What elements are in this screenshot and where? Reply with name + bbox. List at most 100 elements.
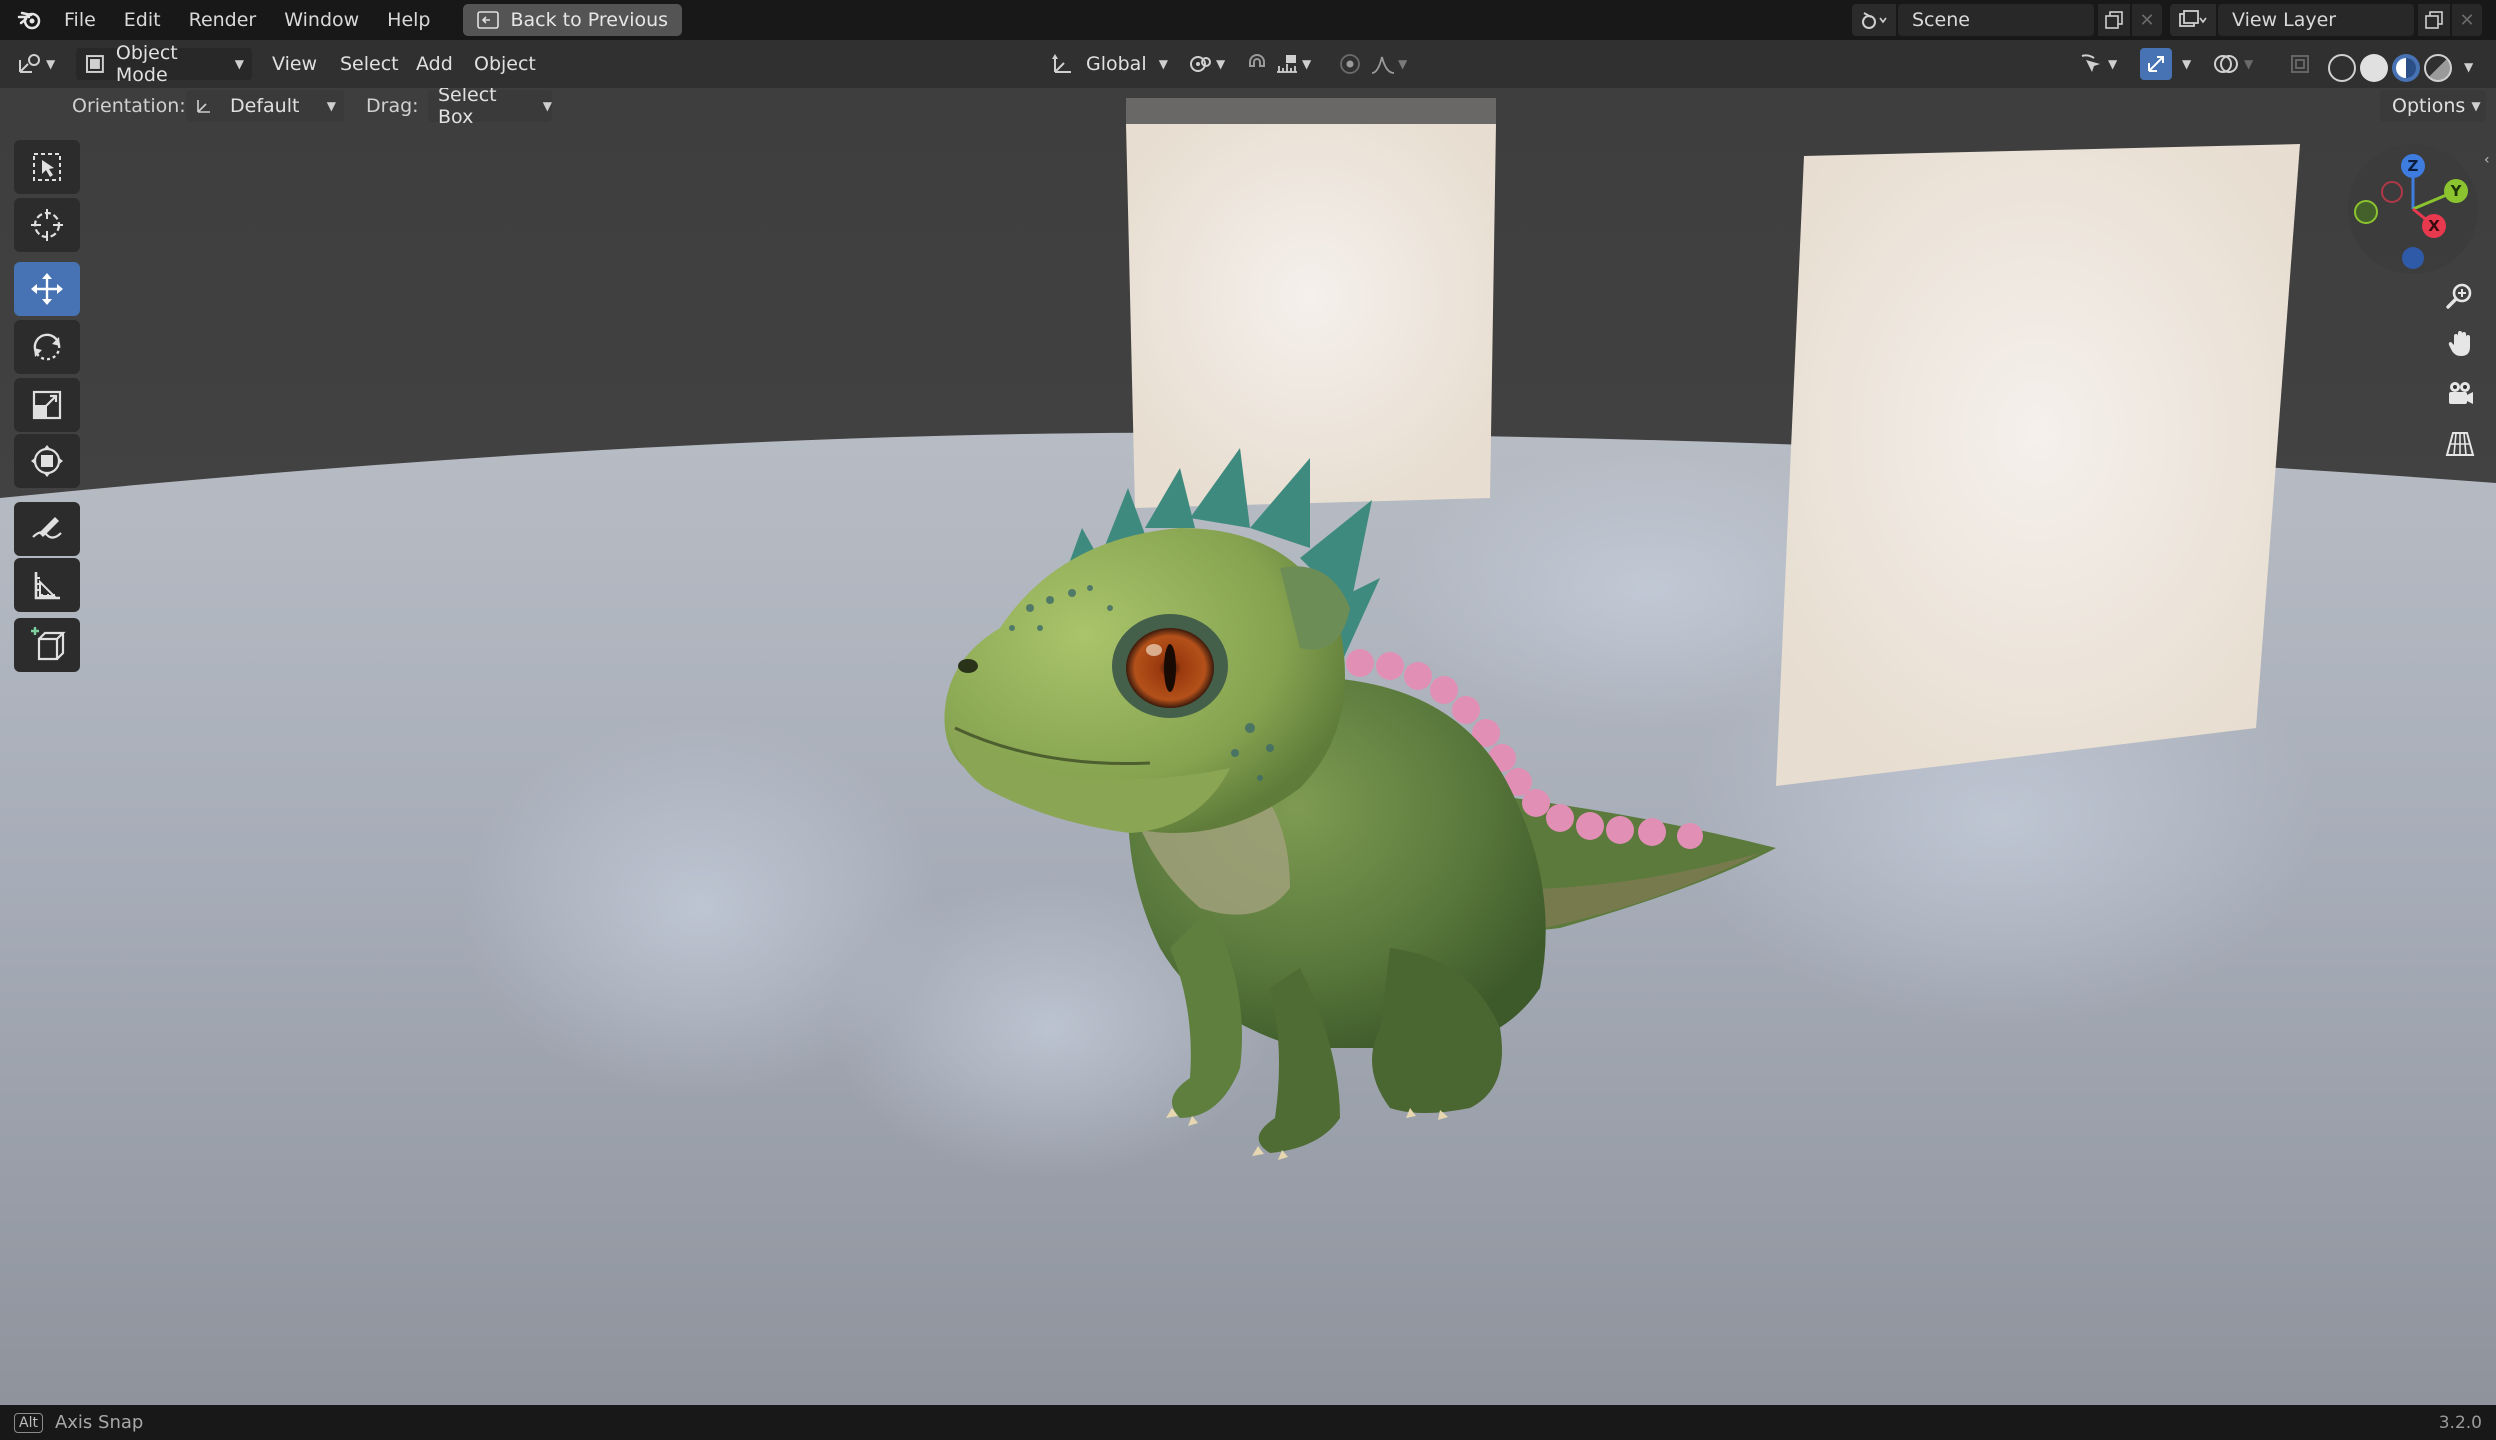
chevron-down-icon: ▼ (234, 57, 244, 71)
proportional-icon (1340, 54, 1360, 74)
material-preview-shading-button[interactable] (2392, 54, 2420, 82)
camera-icon (2449, 382, 2473, 404)
gizmo-neg-x[interactable] (2381, 181, 2403, 203)
cursor-arrow-icon (2081, 54, 2100, 72)
view-layer-name-field[interactable]: View Layer (2218, 4, 2414, 36)
drag-dropdown[interactable]: Select Box ▼ (428, 88, 552, 128)
shading-buttons: ▼ (2324, 46, 2476, 82)
xray-icon (2291, 55, 2309, 73)
rendered-shading-button[interactable] (2424, 54, 2452, 82)
delete-view-layer-icon[interactable]: ✕ (2452, 4, 2482, 36)
xray-toggle[interactable] (2286, 48, 2314, 80)
select-box-tool[interactable] (14, 140, 80, 194)
gizmo-y[interactable]: Y (2444, 179, 2468, 203)
orientation-axes-icon (1052, 54, 1071, 73)
material-preview-icon (2396, 58, 2416, 78)
scale-tool[interactable] (14, 378, 80, 432)
gizmo-x[interactable]: X (2422, 214, 2446, 238)
select-box-icon (33, 153, 61, 181)
chevron-down-icon[interactable]: ▼ (2464, 60, 2473, 74)
overlays-toggle[interactable]: ▼ (2212, 48, 2253, 80)
add-cube-tool[interactable] (14, 618, 80, 672)
gizmo-toggle[interactable] (2140, 48, 2172, 80)
selectability-dropdown[interactable]: ▼ (2080, 48, 2117, 80)
back-screen-icon (476, 11, 499, 29)
falloff-dropdown[interactable]: ▼ (1370, 48, 1407, 80)
view-layer-browse-icon[interactable] (2170, 4, 2216, 36)
header-menu-view[interactable]: View (272, 48, 317, 80)
header-menu-object[interactable]: Object (474, 48, 536, 80)
wireframe-shading-button[interactable] (2328, 54, 2356, 82)
top-bar: File Edit Render Window Help Back to Pre… (0, 0, 2496, 40)
editor-type-dropdown[interactable]: ▼ (16, 48, 55, 80)
chevron-down-icon: ▼ (2471, 99, 2481, 113)
menu-render[interactable]: Render (175, 0, 271, 40)
grid-perspective-icon (2445, 432, 2475, 456)
chevron-down-icon: ▼ (542, 99, 552, 113)
new-scene-icon[interactable] (2098, 4, 2130, 36)
3d-viewport[interactable]: Orientation: Default ▼ Drag: Select Box … (0, 88, 2496, 1405)
solid-shading-button[interactable] (2360, 54, 2388, 82)
menu-window[interactable]: Window (270, 0, 373, 40)
move-tool[interactable] (14, 262, 80, 316)
orientation-icon (197, 100, 210, 113)
mode-dropdown[interactable]: Object Mode ▼ (76, 42, 252, 86)
chevron-down-icon: ▼ (46, 57, 56, 71)
navigation-gizmo[interactable]: Z Y X (2348, 144, 2478, 274)
options-label: Options (2392, 95, 2466, 117)
scene-browse-icon[interactable] (1852, 4, 1896, 36)
back-to-previous-button[interactable]: Back to Previous (462, 4, 683, 36)
sidebar-toggle-icon[interactable]: ‹ (2484, 152, 2490, 168)
view-layer-name: View Layer (2232, 9, 2337, 31)
transform-icon (31, 445, 63, 477)
alt-key-icon: Alt (14, 1412, 43, 1433)
chevron-down-icon: ▼ (326, 99, 336, 113)
gizmo-x-label: X (2428, 217, 2440, 235)
overlays-icon (2214, 55, 2238, 73)
drag-label: Drag: (366, 95, 419, 117)
proportional-editing-toggle[interactable] (1334, 48, 1366, 80)
gizmo-neg-z[interactable] (2402, 247, 2424, 269)
transform-tool[interactable] (14, 434, 80, 488)
zoom-button[interactable] (2438, 274, 2482, 318)
blender-logo-icon[interactable] (10, 0, 50, 40)
version-label: 3.2.0 (2438, 1412, 2482, 1433)
orientation-dropdown[interactable]: Default ▼ (186, 90, 344, 122)
menu-help[interactable]: Help (373, 0, 444, 40)
pivot-point-dropdown[interactable]: ▼ (1188, 48, 1225, 80)
gizmo-dropdown[interactable]: ▼ (2176, 48, 2191, 80)
perspective-toggle-button[interactable] (2438, 422, 2482, 466)
menu-edit[interactable]: Edit (110, 0, 175, 40)
rotate-tool[interactable] (14, 320, 80, 374)
camera-view-button[interactable] (2438, 372, 2482, 416)
menu-file[interactable]: File (50, 0, 110, 40)
snap-toggle[interactable] (1240, 48, 1274, 80)
pivot-icon (1190, 56, 1211, 72)
options-dropdown[interactable]: Options ▼ (2380, 90, 2486, 122)
3d-view-icon (19, 54, 40, 73)
chevron-down-icon: ▼ (1302, 57, 1312, 71)
delete-scene-icon[interactable]: ✕ (2132, 4, 2162, 36)
gizmo-z[interactable]: Z (2401, 154, 2425, 178)
transform-orientation-dropdown[interactable]: Global ▼ (1046, 48, 1172, 80)
measure-tool[interactable] (14, 558, 80, 612)
scene-name-field[interactable]: Scene (1898, 4, 2094, 36)
annotate-tool[interactable] (14, 502, 80, 556)
rotate-icon (33, 333, 61, 361)
chevron-down-icon: ▼ (1158, 57, 1168, 71)
hand-icon (2448, 331, 2470, 356)
snap-target-dropdown[interactable]: ▼ (1274, 48, 1311, 80)
status-bar: Alt Axis Snap 3.2.0 (0, 1405, 2496, 1440)
pan-button[interactable] (2438, 322, 2482, 366)
chevron-down-icon: ▼ (2182, 57, 2192, 71)
gizmo-neg-y[interactable] (2354, 200, 2378, 224)
gizmo-icon (2148, 56, 2164, 72)
scene-render (0, 88, 2496, 1405)
cursor-tool[interactable] (14, 198, 80, 252)
new-view-layer-icon[interactable] (2418, 4, 2450, 36)
snap-increment-icon (1277, 55, 1297, 73)
gizmo-y-label: Y (2450, 182, 2462, 200)
chevron-down-icon: ▼ (1398, 57, 1408, 71)
header-menu-select[interactable]: Select (340, 48, 399, 80)
header-menu-add[interactable]: Add (416, 48, 453, 80)
